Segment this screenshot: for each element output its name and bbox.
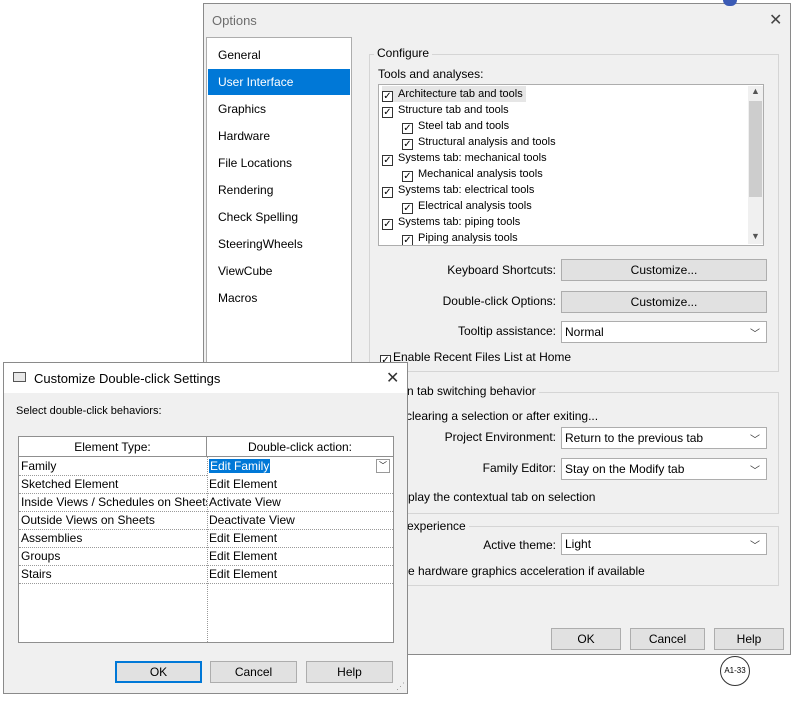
column-header-action[interactable]: Double-click action: — [207, 437, 393, 457]
checkbox-icon[interactable]: ✓ — [402, 203, 413, 214]
tab-switch-subtitle: clearing a selection or after exiting... — [406, 409, 599, 423]
dialog-cancel-button[interactable]: Cancel — [210, 661, 297, 683]
family-editor-label: Family Editor: — [482, 461, 556, 475]
nav-user-interface[interactable]: User Interface — [208, 69, 350, 95]
checkbox-icon[interactable]: ✓ — [382, 219, 393, 230]
nav-file-locations[interactable]: File Locations — [208, 150, 350, 176]
nav-viewcube[interactable]: ViewCube — [208, 258, 350, 284]
options-ok-button[interactable]: OK — [551, 628, 621, 650]
project-env-select[interactable]: Return to the previous tab ﹀ — [561, 427, 767, 449]
action-select[interactable]: Edit Family ﹀ — [208, 458, 393, 476]
tree-item[interactable]: ✓ Architecture tab and tools — [382, 86, 526, 102]
table-row-action[interactable]: Edit Element — [207, 566, 393, 584]
action-selected: Edit Family — [209, 459, 271, 473]
recent-files-checkbox[interactable]: ✓ Enable Recent Files List at Home — [380, 350, 571, 366]
view-tag-marker: A1-33 — [720, 656, 750, 686]
close-icon[interactable]: ✕ — [386, 368, 399, 388]
chevron-down-icon: ﹀ — [750, 435, 760, 446]
tree-item[interactable]: ✓ Systems tab: mechanical tools — [382, 150, 547, 166]
options-cancel-button[interactable]: Cancel — [630, 628, 705, 650]
double-click-customize-button[interactable]: Customize... — [561, 291, 767, 313]
nav-steeringwheels[interactable]: SteeringWheels — [208, 231, 350, 257]
contextual-tab-option[interactable]: play the contextual tab on selection — [408, 490, 595, 504]
table-row-element[interactable]: Outside Views on Sheets — [19, 512, 207, 530]
double-click-options-label: Double-click Options: — [442, 294, 556, 308]
tooltip-label: Tooltip assistance: — [457, 324, 556, 338]
dialog-title: Customize Double-click Settings — [34, 371, 221, 386]
tree-item[interactable]: ✓ Mechanical analysis tools — [402, 166, 543, 182]
nav-macros[interactable]: Macros — [208, 285, 350, 311]
table-row-action[interactable]: Deactivate View — [207, 512, 393, 530]
nav-general[interactable]: General — [208, 42, 350, 68]
tree-item[interactable]: ✓ Electrical analysis tools — [402, 198, 532, 214]
column-header-element[interactable]: Element Type: — [19, 437, 207, 457]
checkbox-icon[interactable]: ✓ — [382, 187, 393, 198]
tree-scrollbar[interactable]: ▲ ▼ — [748, 86, 763, 244]
table-row-element[interactable]: Sketched Element — [19, 476, 207, 494]
nav-rendering[interactable]: Rendering — [208, 177, 350, 203]
dialog-ok-button[interactable]: OK — [115, 661, 202, 683]
close-icon[interactable]: ✕ — [769, 10, 782, 30]
checkbox-icon[interactable]: ✓ — [382, 107, 393, 118]
checkbox-icon[interactable]: ✓ — [402, 123, 413, 134]
scroll-up-icon[interactable]: ▲ — [751, 86, 760, 96]
chevron-down-icon: ﹀ — [750, 466, 760, 477]
table-row-element[interactable]: Groups — [19, 548, 207, 566]
table-row-element[interactable]: Family — [19, 458, 207, 476]
table-row-action[interactable]: Edit Element — [207, 548, 393, 566]
chevron-down-icon[interactable]: ﹀ — [376, 459, 390, 473]
nav-graphics[interactable]: Graphics — [208, 96, 350, 122]
tab-switch-label: n tab switching behavior — [404, 384, 539, 398]
tooltip-select[interactable]: Normal ﹀ — [561, 321, 767, 343]
checkbox-icon[interactable]: ✓ — [402, 235, 413, 245]
keyboard-shortcuts-label: Keyboard Shortcuts: — [447, 263, 556, 277]
tools-tree: ✓ Architecture tab and tools ✓ Structure t… — [378, 84, 764, 246]
active-theme-select[interactable]: Light ﹀ — [561, 533, 767, 555]
checkbox-icon[interactable]: ✓ — [382, 155, 393, 166]
options-nav: General User Interface Graphics Hardware… — [206, 37, 352, 363]
tree-item[interactable]: ✓ Systems tab: electrical tools — [382, 182, 534, 198]
table-row-element[interactable]: Stairs — [19, 566, 207, 584]
table-row-element[interactable]: Assemblies — [19, 530, 207, 548]
keyboard-customize-button[interactable]: Customize... — [561, 259, 767, 281]
hw-acceleration-option[interactable]: e hardware graphics acceleration if avai… — [408, 564, 645, 578]
experience-label: experience — [404, 519, 469, 533]
resize-grip-icon[interactable]: ⋰ — [396, 681, 405, 692]
table-row-action[interactable]: Edit Element — [207, 530, 393, 548]
options-title: Options — [212, 13, 257, 28]
behavior-table: Element Type: Double-click action: Famil… — [18, 436, 394, 643]
tree-item[interactable]: ✓ Piping analysis tools — [402, 230, 518, 245]
table-row-action[interactable]: Edit Element — [207, 476, 393, 494]
project-env-label: Project Environment: — [444, 430, 556, 444]
family-editor-select[interactable]: Stay on the Modify tab ﹀ — [561, 458, 767, 480]
scroll-thumb[interactable] — [749, 101, 762, 197]
table-row-element[interactable]: Inside Views / Schedules on Sheets — [19, 494, 207, 512]
nav-check-spelling[interactable]: Check Spelling — [208, 204, 350, 230]
checkbox-icon[interactable]: ✓ — [402, 139, 413, 150]
checkbox-icon[interactable]: ✓ — [382, 91, 393, 102]
scroll-down-icon[interactable]: ▼ — [751, 231, 760, 241]
nav-hardware[interactable]: Hardware — [208, 123, 350, 149]
active-theme-label: Active theme: — [483, 538, 556, 552]
tree-item[interactable]: ✓ Systems tab: piping tools — [382, 214, 520, 230]
tree-item[interactable]: ✓ Structure tab and tools — [382, 102, 509, 118]
options-help-button[interactable]: Help — [714, 628, 784, 650]
dialog-help-button[interactable]: Help — [306, 661, 393, 683]
dialog-titlebar: Customize Double-click Settings ✕ — [4, 363, 407, 393]
tree-item[interactable]: ✓ Steel tab and tools — [402, 118, 509, 134]
dialog-prompt: Select double-click behaviors: — [16, 405, 162, 417]
chevron-down-icon: ﹀ — [750, 329, 760, 340]
tree-item[interactable]: ✓ Structural analysis and tools — [402, 134, 556, 150]
checkbox-icon[interactable]: ✓ — [402, 171, 413, 182]
tools-label: Tools and analyses: — [378, 67, 484, 81]
window-icon — [13, 372, 26, 382]
double-click-dialog: Customize Double-click Settings ✕ Select… — [3, 362, 408, 694]
chevron-down-icon: ﹀ — [750, 541, 760, 552]
configure-label: Configure — [374, 46, 433, 60]
table-row-action[interactable]: Activate View — [207, 494, 393, 512]
